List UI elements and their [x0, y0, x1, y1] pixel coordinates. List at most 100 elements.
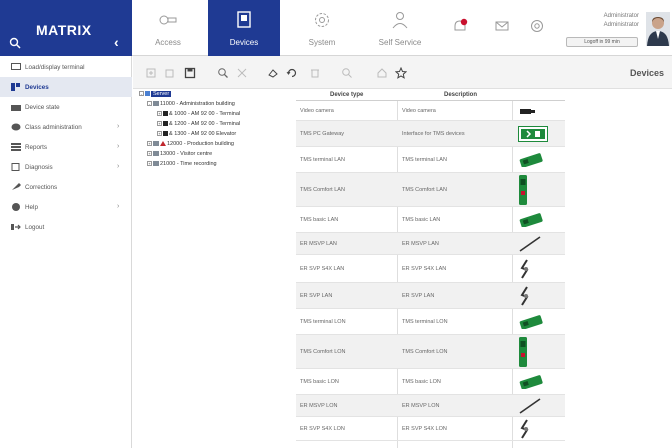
tall-reader-icon — [518, 175, 528, 207]
tree-node[interactable]: +13000 - Visitor centre — [147, 151, 212, 157]
zoom-icon[interactable] — [341, 67, 353, 79]
eraser-icon[interactable] — [267, 67, 279, 79]
sidebar-item-label: Corrections — [25, 184, 58, 191]
home-icon[interactable] — [376, 67, 388, 79]
table-row[interactable]: TMS basic LON TMS basic LON — [296, 369, 565, 395]
nav-devices-label: Devices — [229, 38, 259, 47]
expand-icon[interactable]: + — [157, 121, 162, 127]
copy-icon[interactable] — [164, 67, 176, 79]
device-type-cell: ER MSVP LAN — [300, 241, 337, 247]
device-type-cell: ER SVP S4X LAN — [300, 266, 345, 272]
sidebar-item-label: Logout — [25, 224, 45, 231]
expand-icon[interactable]: + — [147, 151, 152, 157]
collapse-icon[interactable]: - — [139, 91, 144, 97]
table-row[interactable]: TMS Comfort LAN TMS Comfort LAN — [296, 173, 565, 207]
search-icon[interactable] — [217, 67, 229, 79]
cut-icon[interactable] — [236, 67, 248, 79]
tree-node-label: & 1200 - AM 92 00 - Terminal — [169, 121, 241, 127]
delete-icon[interactable] — [309, 67, 321, 79]
tree-node[interactable]: + & 1300 - AM 92 00 Elevator — [157, 131, 236, 137]
column-header-description[interactable]: Description — [444, 92, 477, 98]
sidebar-item-diagnosis[interactable]: Diagnosis › — [0, 157, 132, 177]
sidebar-item-device-state[interactable]: Device state — [0, 97, 132, 117]
description-cell: TMS Comfort LON — [402, 349, 448, 355]
folder-icon — [153, 151, 159, 157]
description-cell: TMS Comfort LAN — [402, 187, 447, 193]
save-icon[interactable] — [184, 67, 196, 79]
sidebar-item-logout[interactable]: Logout — [0, 217, 132, 237]
table-row[interactable]: TMS PC Gateway Interface for TMS devices — [296, 121, 565, 147]
avatar[interactable] — [646, 12, 670, 46]
table-row[interactable]: ER MSVP LON ER MSVP LON — [296, 395, 565, 417]
diagnosis-icon — [11, 163, 20, 171]
sidebar-item-load-display-terminal[interactable]: Load/display terminal — [0, 57, 132, 77]
refresh-icon[interactable] — [286, 67, 298, 79]
class-icon — [11, 123, 21, 131]
chevron-right-icon: › — [117, 123, 120, 130]
brand-title: MATRIX — [36, 22, 92, 38]
wrench-icon — [12, 183, 21, 190]
sidebar-item-help[interactable]: Help › — [0, 197, 132, 217]
table-row[interactable]: Video camera Video camera — [296, 101, 565, 121]
support-icon[interactable] — [529, 18, 545, 34]
sidebar-item-class-administration[interactable]: Class administration › — [0, 117, 132, 137]
column-header-device-type[interactable]: Device type — [330, 92, 363, 98]
bell-icon[interactable] — [452, 18, 468, 34]
description-cell: TMS basic LON — [402, 379, 441, 385]
sidebar-item-label: Load/display terminal — [25, 64, 85, 71]
expand-icon[interactable]: + — [157, 131, 162, 137]
sidebar-item-devices[interactable]: Devices — [0, 77, 132, 97]
table-row[interactable]: TMS terminal LAN TMS terminal LAN — [296, 147, 565, 173]
star-icon[interactable] — [395, 67, 407, 79]
mail-icon[interactable] — [494, 18, 510, 34]
table-row[interactable]: ER MSVP LAN ER MSVP LAN — [296, 233, 565, 255]
collapse-icon[interactable]: - — [147, 101, 152, 107]
table-row[interactable]: TMS basic LAN TMS basic LAN — [296, 207, 565, 233]
expand-icon[interactable]: + — [147, 161, 152, 167]
lock-icon — [518, 259, 532, 281]
nav-access[interactable]: Access — [132, 0, 204, 56]
gear-icon — [315, 13, 329, 27]
expand-icon[interactable]: + — [147, 141, 152, 147]
collapse-chevron-icon[interactable]: ‹ — [114, 34, 119, 50]
logoff-button[interactable]: Logoff in 99 min — [566, 37, 638, 47]
add-icon[interactable] — [145, 67, 157, 79]
table-row[interactable]: TMS terminal LON TMS terminal LON — [296, 309, 565, 335]
sidebar-item-label: Devices — [25, 84, 49, 91]
tree-node[interactable]: + & 1000 - AM 92 00 - Terminal — [157, 111, 240, 117]
exit-sign-icon — [518, 126, 548, 144]
tree-node-server[interactable]: - Server — [139, 91, 172, 97]
table-row[interactable]: ER SVP S4X LAN ER SVP S4X LAN — [296, 255, 565, 283]
tree-node[interactable]: +12000 - Production building — [147, 141, 234, 147]
nav-devices[interactable]: Devices — [208, 0, 280, 56]
tree-node[interactable]: - 11000 - Administration building — [147, 101, 235, 107]
green-reader-icon — [518, 153, 544, 169]
nav-system[interactable]: System — [286, 0, 358, 56]
rod-icon — [518, 236, 542, 254]
tree-node-label: 11000 - Administration building — [160, 101, 235, 107]
nav-self-service[interactable]: Self Service — [364, 0, 436, 56]
table-row[interactable]: ER SVP S4X LON ER SVP S4X LON — [296, 417, 565, 441]
sidebar-item-corrections[interactable]: Corrections — [0, 177, 132, 197]
table-row[interactable]: ER SVP LAN ER SVP LAN — [296, 283, 565, 309]
device-type-cell: TMS PC Gateway — [300, 131, 345, 137]
sidebar-item-label: Diagnosis — [25, 164, 53, 171]
sidebar-item-reports[interactable]: Reports › — [0, 137, 132, 157]
camera-icon — [518, 106, 536, 118]
expand-icon[interactable]: + — [157, 111, 162, 117]
nav-self-service-label: Self Service — [378, 38, 422, 47]
device-type-cell: ER MSVP LON — [300, 403, 338, 409]
search-icon[interactable] — [9, 37, 21, 49]
device-type-cell: TMS Comfort LAN — [300, 187, 345, 193]
folder-icon — [153, 141, 159, 147]
tree-node-label: & 1300 - AM 92 00 Elevator — [169, 131, 237, 137]
table-row[interactable]: TMS Comfort LON TMS Comfort LON — [296, 335, 565, 369]
top-bar: MATRIX ‹ Access Devices System Self Serv… — [0, 0, 672, 56]
description-cell: TMS basic LAN — [402, 217, 441, 223]
tree-node[interactable]: + & 1200 - AM 92 00 - Terminal — [157, 121, 240, 127]
tree-node[interactable]: +21000 - Time recording — [147, 161, 217, 167]
tree-node-label: & 1000 - AM 92 00 - Terminal — [169, 111, 241, 117]
tree-node-label: 13000 - Visitor centre — [160, 151, 213, 157]
device-icon — [237, 11, 251, 28]
chevron-right-icon: › — [117, 203, 120, 210]
